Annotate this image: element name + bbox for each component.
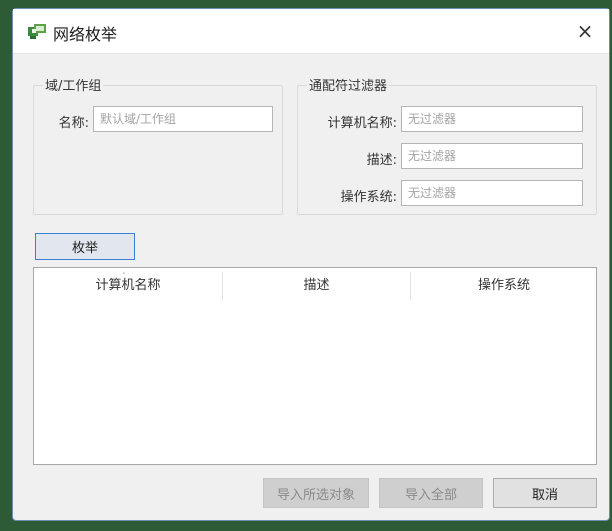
window-title: 网络枚举 (53, 25, 118, 44)
title-bar: 网络枚举 × (13, 9, 609, 54)
domain-name-label: 名称: (58, 116, 89, 131)
close-button[interactable]: × (571, 17, 599, 45)
description-filter-input[interactable] (401, 143, 583, 169)
close-icon: × (576, 19, 594, 43)
computer-name-label: 计算机名称: (327, 116, 397, 131)
domain-workgroup-group (33, 85, 283, 215)
domain-workgroup-group-label: 域/工作组 (43, 75, 104, 94)
wildcard-filter-group-label: 通配符过滤器 (307, 75, 390, 94)
column-header-description[interactable]: 描述 (223, 268, 410, 304)
enumerate-button[interactable]: 枚举 (35, 233, 135, 260)
os-filter-input[interactable] (401, 180, 583, 206)
description-label: 描述: (366, 153, 397, 168)
column-header-os[interactable]: 操作系统 (411, 268, 597, 304)
column-header-computer-name[interactable]: 计算机名称 (34, 268, 222, 304)
import-selected-button[interactable]: 导入所选对象 (263, 478, 369, 508)
cancel-button[interactable]: 取消 (493, 478, 597, 508)
network-enum-dialog: 网络枚举 × 域/工作组 名称: 通配符过滤器 计算机名称: 描述: 操作系统:… (12, 8, 610, 521)
import-all-button[interactable]: 导入全部 (379, 478, 483, 508)
network-computer-icon (28, 24, 46, 39)
os-label: 操作系统: (340, 190, 397, 205)
computer-name-filter-input[interactable] (401, 106, 583, 132)
domain-name-input[interactable] (93, 106, 273, 132)
results-table[interactable]: ˇ 计算机名称 描述 操作系统 (33, 267, 597, 465)
